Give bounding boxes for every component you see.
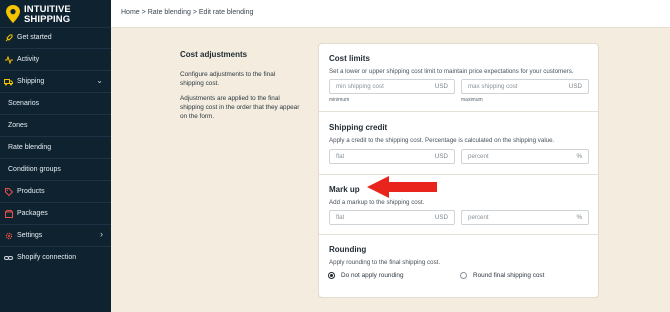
- annotation-arrow-icon: [367, 176, 437, 198]
- brand-logo[interactable]: INTUITIVE SHIPPING: [4, 4, 107, 26]
- sidebar-item-label: Shopify connection: [17, 254, 77, 261]
- shipping-credit-percent-input[interactable]: percent %: [461, 149, 589, 164]
- shipping-credit-helper: Apply a credit to the shipping cost. Per…: [329, 137, 555, 144]
- chevron-right-icon[interactable]: ›: [100, 229, 103, 239]
- sidebar-item-rate-blending[interactable]: Rate blending: [0, 137, 111, 158]
- radio-unselected-icon: [460, 272, 467, 279]
- input-placeholder: flat: [336, 153, 345, 160]
- sidebar-item-get-started[interactable]: Get started: [0, 27, 111, 48]
- rounding-option-round[interactable]: Round final shipping cost: [460, 272, 544, 279]
- radio-label: Do not apply rounding: [341, 272, 404, 279]
- mark-up-percent-input[interactable]: percent %: [461, 210, 589, 225]
- currency-suffix: USD: [434, 214, 448, 221]
- sidebar-item-zones[interactable]: Zones: [0, 115, 111, 136]
- sidebar-item-packages[interactable]: Packages: [0, 203, 111, 224]
- gear-icon: [4, 231, 13, 240]
- breadcrumb-home[interactable]: Home: [121, 9, 140, 16]
- sidebar-item-shipping[interactable]: Shipping ⌄: [0, 71, 111, 92]
- sidebar-item-scenarios[interactable]: Scenarios: [0, 93, 111, 114]
- section-divider: [319, 174, 598, 175]
- rounding-option-none[interactable]: Do not apply rounding: [328, 272, 404, 279]
- breadcrumb-rate-blending[interactable]: Rate blending: [148, 9, 191, 16]
- mark-up-flat-input[interactable]: flat USD: [329, 210, 455, 225]
- cost-limits-title: Cost limits: [329, 54, 370, 63]
- min-caption: minimum: [329, 97, 350, 103]
- max-caption: maximum: [461, 97, 483, 103]
- breadcrumb-current: Edit rate blending: [198, 9, 254, 16]
- rounding-helper: Apply rounding to the final shipping cos…: [329, 259, 441, 266]
- currency-suffix: USD: [568, 83, 582, 90]
- input-placeholder: percent: [468, 153, 489, 160]
- tag-icon: [4, 187, 13, 196]
- radio-label: Round final shipping cost: [473, 272, 545, 279]
- cost-adjustments-description: Cost adjustments Configure adjustments t…: [180, 50, 300, 121]
- currency-suffix: USD: [434, 153, 448, 160]
- sidebar-item-products[interactable]: Products: [0, 181, 111, 202]
- sidebar-item-label: Shipping: [17, 78, 45, 85]
- sidebar: INTUITIVE SHIPPING Get started Activity …: [0, 0, 111, 312]
- currency-suffix: USD: [434, 83, 448, 90]
- percent-suffix: %: [576, 214, 582, 221]
- shipping-credit-flat-input[interactable]: flat USD: [329, 149, 455, 164]
- percent-suffix: %: [576, 153, 582, 160]
- min-shipping-cost-input[interactable]: min shipping cost USD: [329, 79, 455, 94]
- truck-icon: [4, 77, 13, 86]
- sidebar-item-label: Zones: [8, 122, 28, 129]
- section-divider: [319, 111, 598, 112]
- sidebar-item-shopify-connection[interactable]: Shopify connection: [0, 247, 111, 268]
- package-icon: [4, 209, 13, 218]
- breadcrumb-separator: >: [141, 9, 146, 16]
- description-text: Configure adjustments to the final shipp…: [180, 71, 276, 87]
- breadcrumb: Home > Rate blending > Edit rate blendin…: [121, 9, 253, 16]
- input-placeholder: max shipping cost: [468, 83, 518, 90]
- input-placeholder: flat: [336, 214, 345, 221]
- chevron-down-icon[interactable]: ⌄: [96, 76, 103, 85]
- sidebar-item-label: Get started: [17, 34, 52, 41]
- cost-limits-helper: Set a lower or upper shipping cost limit…: [329, 68, 574, 75]
- brand-line2: SHIPPING: [24, 13, 71, 25]
- brand-name: INTUITIVE SHIPPING: [24, 5, 71, 24]
- max-shipping-cost-input[interactable]: max shipping cost USD: [461, 79, 589, 94]
- top-bar: Home > Rate blending > Edit rate blendin…: [111, 0, 670, 28]
- section-divider: [319, 234, 598, 235]
- mark-up-helper: Add a markup to the shipping cost.: [329, 199, 425, 206]
- cost-adjustments-card: Cost limits Set a lower or upper shippin…: [318, 43, 599, 298]
- sidebar-item-label: Settings: [17, 232, 43, 239]
- shipping-credit-title: Shipping credit: [329, 123, 388, 132]
- sidebar-item-label: Packages: [17, 210, 48, 217]
- breadcrumb-separator: >: [192, 9, 197, 16]
- activity-icon: [4, 55, 13, 64]
- sidebar-item-label: Scenarios: [8, 100, 40, 107]
- location-pin-icon: [6, 5, 20, 23]
- sidebar-item-condition-groups[interactable]: Condition groups: [0, 159, 111, 180]
- description-text: Adjustments are applied to the final shi…: [180, 95, 300, 120]
- rocket-icon: [4, 33, 13, 42]
- link-icon: [4, 253, 13, 262]
- input-placeholder: min shipping cost: [336, 83, 384, 90]
- sidebar-item-label: Products: [17, 188, 45, 195]
- sidebar-item-label: Condition groups: [8, 166, 61, 173]
- input-placeholder: percent: [468, 214, 489, 221]
- sidebar-item-settings[interactable]: Settings ›: [0, 225, 111, 246]
- rounding-title: Rounding: [329, 245, 367, 254]
- sidebar-item-label: Rate blending: [8, 144, 52, 151]
- mark-up-title: Mark up: [329, 185, 360, 194]
- sidebar-item-activity[interactable]: Activity: [0, 49, 111, 70]
- section-title: Cost adjustments: [180, 50, 248, 59]
- sidebar-item-label: Activity: [17, 56, 40, 63]
- radio-selected-icon: [328, 272, 335, 279]
